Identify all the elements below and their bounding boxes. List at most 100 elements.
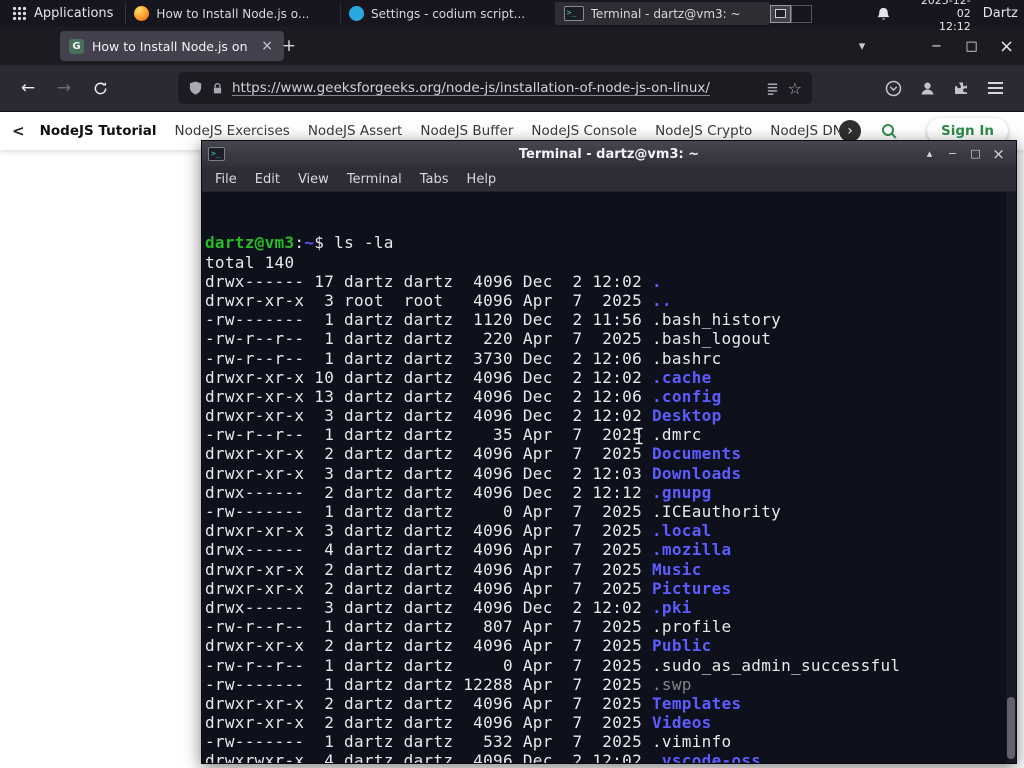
workspace-switcher[interactable] [770,4,813,23]
terminal-text: $ ls -la [314,233,394,253]
account-button[interactable] [910,72,944,104]
terminal-line: dartz@vm3:~$ ls -la [205,233,1016,252]
terminal-minimize-button[interactable]: − [941,141,964,167]
tracking-shield-icon[interactable] [188,80,203,96]
workspace-active[interactable] [770,4,792,23]
bell-icon [877,7,890,20]
directory-name: .gnupg [651,482,712,502]
directory-name: Public [651,636,712,656]
terminal-line: -rw------- 1 dartz dartz 1120 Dec 2 11:5… [205,310,1016,329]
reload-button[interactable] [84,72,116,104]
terminal-scrollbar[interactable] [1006,192,1016,763]
list-all-tabs-button[interactable]: ▾ [848,33,876,59]
top-panel: Applications How to Install Node.js o...… [0,0,1024,33]
terminal-content[interactable]: dartz@vm3:~$ ls -la total 140 drwx------ 1… [202,192,1016,763]
terminal-line: drwxr-xr-x 2 dartz dartz 4096 Apr 7 2025… [205,444,1016,463]
nav-item-nodejs-exercises[interactable]: NodeJS Exercises [166,123,299,139]
nav-item-nodejs-dns[interactable]: NodeJS DNS [761,123,839,139]
terminal-line: drwxr-xr-x 2 dartz dartz 4096 Apr 7 2025… [205,560,1016,579]
taskbar-item-codium[interactable]: Settings - codium script... [341,2,556,25]
directory-name: Videos [651,713,712,733]
lock-icon[interactable] [211,81,224,96]
nav-scroll-right-button[interactable]: › [839,120,862,142]
terminal-text: -rw-r--r-- 1 dartz dartz 3730 Dec 2 12:0… [205,348,652,368]
menu-help[interactable]: Help [458,170,506,189]
user-label[interactable]: Dartz [983,6,1018,21]
tab-close-icon[interactable]: × [259,38,275,54]
terminal-text: drwxr-xr-x 13 dartz dartz 4096 Dec 2 12:… [205,386,652,406]
menu-file[interactable]: File [206,170,246,189]
terminal-text: .bash_history [651,310,782,330]
terminal-text: drwxr-xr-x 3 dartz dartz 4096 Dec 2 12:0… [205,463,652,483]
clock[interactable]: 2025-12-02 12:12 [907,0,971,33]
directory-name: Downloads [651,463,742,483]
taskbar-item-label: Terminal - dartz@vm3: ~ [590,6,741,21]
terminal-shade-button[interactable]: ▴ [918,141,941,167]
url-bar[interactable]: https://www.geeksforgeeks.org/node-js/in… [178,72,812,104]
hamburger-icon [987,82,1003,94]
terminal-text: .sudo_as_admin_successful [651,655,901,675]
terminal-text: .dmrc [651,425,702,445]
terminal-line: drwxr-xr-x 3 dartz dartz 4096 Dec 2 12:0… [205,464,1016,483]
nav-chevron-left-icon[interactable]: < [12,122,25,140]
directory-name: .. [651,290,672,310]
browser-close-button[interactable]: × [989,27,1024,65]
taskbar-item-terminal[interactable]: >_ Terminal - dartz@vm3: ~ [555,2,771,25]
terminal-text: -rw-r--r-- 1 dartz dartz 0 Apr 7 2025 [205,655,652,675]
nav-item-nodejs-console[interactable]: NodeJS Console [522,123,646,139]
bookmark-star-icon[interactable]: ☆ [788,79,802,98]
terminal-text: .viminfo [651,732,732,752]
terminal-text: : [294,233,305,253]
browser-tab-bar: G How to Install Node.js on × + ▾ − □ × [0,27,1024,65]
terminal-text: drwxr-xr-x 2 dartz dartz 4096 Apr 7 2025 [205,559,652,579]
terminal-maximize-button[interactable]: □ [964,141,987,167]
menu-terminal[interactable]: Terminal [338,170,411,189]
terminal-text: total 140 [205,252,295,272]
back-button[interactable]: ← [12,72,44,104]
nav-item-nodejs-tutorial[interactable]: NodeJS Tutorial [31,123,166,139]
new-tab-button[interactable]: + [276,33,302,59]
taskbar-item-label: How to Install Node.js o... [156,6,310,21]
url-text[interactable]: https://www.geeksforgeeks.org/node-js/in… [232,80,757,96]
notifications-button[interactable] [876,6,891,22]
menu-view[interactable]: View [289,170,338,189]
taskbar-item-label: Settings - codium script... [371,6,526,21]
browser-tab-active[interactable]: G How to Install Node.js on × [60,31,284,61]
terminal-text: .profile [651,617,732,637]
extensions-button[interactable] [944,72,978,104]
terminal-text: -rw------- 1 dartz dartz 12288 Apr 7 202… [205,674,652,694]
terminal-text: drwxr-xr-x 3 dartz dartz 4096 Apr 7 2025 [205,521,652,541]
terminal-text: -rw-r--r-- 1 dartz dartz 35 Apr 7 2025 [205,425,652,445]
terminal-text: -rw-r--r-- 1 dartz dartz 807 Apr 7 2025 [205,617,652,637]
terminal-text: drwxr-xr-x 10 dartz dartz 4096 Dec 2 12:… [205,367,652,387]
terminal-close-button[interactable]: × [987,141,1010,167]
menu-tabs[interactable]: Tabs [411,170,458,189]
clock-date: 2025-12-02 [920,0,971,20]
terminal-icon: >_ [563,6,584,21]
nav-item-nodejs-buffer[interactable]: NodeJS Buffer [411,123,522,139]
directory-name: . [651,271,662,291]
nav-item-nodejs-assert[interactable]: NodeJS Assert [299,123,412,139]
applications-menu-button[interactable]: Applications [0,0,125,27]
terminal-line: drwxr-xr-x 2 dartz dartz 4096 Apr 7 2025… [205,694,1016,713]
app-menu-button[interactable] [978,72,1012,104]
pocket-button[interactable] [876,72,910,104]
terminal-line: drwxr-xr-x 2 dartz dartz 4096 Apr 7 2025… [205,636,1016,655]
site-favicon: G [69,38,84,54]
terminal-line: -rw-r--r-- 1 dartz dartz 3730 Dec 2 12:0… [205,349,1016,368]
menu-edit[interactable]: Edit [246,170,289,189]
terminal-line: drwxr-xr-x 10 dartz dartz 4096 Dec 2 12:… [205,368,1016,387]
terminal-text: drwxr-xr-x 2 dartz dartz 4096 Apr 7 2025 [205,713,652,733]
terminal-text: -rw------- 1 dartz dartz 0 Apr 7 2025 [205,502,652,522]
forward-button[interactable]: → [48,72,80,104]
workspace-inactive[interactable] [791,4,813,23]
nav-item-nodejs-crypto[interactable]: NodeJS Crypto [646,123,761,139]
pocket-icon [885,80,901,96]
reader-mode-icon[interactable] [765,81,780,96]
terminal-window[interactable]: >_ Terminal - dartz@vm3: ~ ▴ − □ × File … [201,140,1017,764]
taskbar-item-firefox[interactable]: How to Install Node.js o... [126,2,342,25]
terminal-line: drwxr-xr-x 3 dartz dartz 4096 Apr 7 2025… [205,521,1016,540]
terminal-text: drwxr-xr-x 3 dartz dartz 4096 Dec 2 12:0… [205,406,652,426]
terminal-scrollbar-thumb[interactable] [1007,697,1015,759]
terminal-titlebar[interactable]: >_ Terminal - dartz@vm3: ~ ▴ − □ × [202,141,1016,167]
